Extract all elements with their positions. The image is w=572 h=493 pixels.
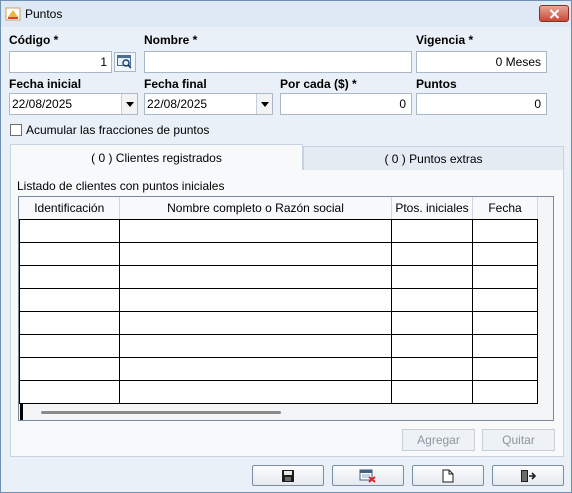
acumular-label: Acumular las fracciones de puntos [26, 123, 210, 137]
codigo-label: Código * [9, 33, 59, 47]
por-cada-field[interactable]: 0 [280, 93, 412, 115]
vigencia-field[interactable]: 0 Meses [416, 51, 547, 73]
quitar-button[interactable]: Quitar [482, 429, 555, 451]
table-cell[interactable] [19, 333, 120, 358]
chevron-down-icon [260, 101, 269, 107]
row-indicator [20, 404, 23, 420]
table-cell[interactable] [119, 264, 392, 289]
table-cell[interactable] [19, 356, 120, 381]
clients-table: Identificación Nombre completo o Razón s… [19, 197, 538, 404]
fecha-inicial-picker[interactable]: 22/08/2025 [9, 93, 138, 115]
table-cell[interactable] [472, 310, 538, 335]
points-window: Puntos Código * Nombre * Vigencia * 1 0 … [0, 0, 572, 493]
table-row[interactable] [19, 241, 538, 266]
puntos-label: Puntos [416, 77, 457, 91]
table-cell[interactable] [391, 379, 473, 404]
tab-puntos-extras[interactable]: ( 0 ) Puntos extras [303, 146, 564, 171]
fecha-inicial-value: 22/08/2025 [12, 97, 73, 111]
fecha-inicial-dropdown-button[interactable] [121, 94, 137, 114]
table-cell[interactable] [472, 287, 538, 312]
fecha-inicial-label: Fecha inicial [9, 77, 82, 91]
column-header-ptos-iniciales[interactable]: Ptos. iniciales [391, 197, 473, 220]
nombre-label: Nombre * [144, 33, 198, 47]
fecha-final-picker[interactable]: 22/08/2025 [144, 93, 273, 115]
nombre-field[interactable] [144, 51, 412, 73]
discard-icon [359, 469, 376, 483]
table-row[interactable] [19, 264, 538, 289]
table-cell[interactable] [391, 218, 473, 243]
table-row[interactable] [19, 333, 538, 358]
fecha-final-label: Fecha final [144, 77, 207, 91]
fecha-final-dropdown-button[interactable] [256, 94, 272, 114]
vigencia-label: Vigencia * [416, 33, 474, 47]
column-header-fecha[interactable]: Fecha [472, 197, 538, 220]
table-cell[interactable] [391, 241, 473, 266]
horizontal-scrollbar[interactable] [19, 404, 553, 420]
table-cell[interactable] [119, 379, 392, 404]
save-button[interactable] [252, 465, 324, 486]
tab-clientes-registrados[interactable]: ( 0 ) Clientes registrados [10, 144, 303, 171]
close-icon [549, 8, 559, 19]
table-cell[interactable] [19, 287, 120, 312]
por-cada-label: Por cada ($) * [280, 77, 357, 91]
table-cell[interactable] [472, 333, 538, 358]
table-cell[interactable] [19, 310, 120, 335]
discard-button[interactable] [332, 465, 404, 486]
table-cell[interactable] [472, 379, 538, 404]
table-cell[interactable] [119, 218, 392, 243]
scrollbar-thumb[interactable] [41, 411, 281, 414]
exit-button[interactable] [492, 465, 564, 486]
agregar-button[interactable]: Agregar [402, 429, 475, 451]
table-row[interactable] [19, 356, 538, 381]
table-cell[interactable] [119, 287, 392, 312]
table-row[interactable] [19, 310, 538, 335]
new-document-icon [442, 469, 454, 482]
table-cell[interactable] [119, 356, 392, 381]
table-cell[interactable] [119, 333, 392, 358]
table-cell[interactable] [19, 379, 120, 404]
table-row[interactable] [19, 218, 538, 243]
close-button[interactable] [539, 5, 569, 22]
table-cell[interactable] [472, 264, 538, 289]
chevron-down-icon [125, 101, 134, 107]
table-row[interactable] [19, 287, 538, 312]
table-cell[interactable] [119, 241, 392, 266]
save-icon [282, 469, 294, 482]
grid-caption: Listado de clientes con puntos iniciales [17, 179, 225, 193]
table-row[interactable] [19, 379, 538, 404]
window-title: Puntos [25, 7, 63, 21]
fecha-final-value: 22/08/2025 [147, 97, 208, 111]
table-cell[interactable] [472, 356, 538, 381]
exit-icon [521, 469, 536, 482]
column-header-identificacion[interactable]: Identificación [19, 197, 120, 220]
search-icon [117, 55, 132, 69]
app-icon [5, 7, 21, 21]
acumular-checkbox[interactable] [10, 124, 22, 136]
table-cell[interactable] [19, 218, 120, 243]
table-cell[interactable] [19, 241, 120, 266]
lookup-button[interactable] [114, 52, 136, 72]
table-cell[interactable] [19, 264, 120, 289]
table-cell[interactable] [391, 356, 473, 381]
table-cell[interactable] [391, 333, 473, 358]
table-cell[interactable] [391, 287, 473, 312]
puntos-field[interactable]: 0 [416, 93, 547, 115]
codigo-field[interactable]: 1 [9, 51, 112, 73]
table-cell[interactable] [472, 241, 538, 266]
table-cell[interactable] [391, 310, 473, 335]
table-cell[interactable] [119, 310, 392, 335]
table-cell[interactable] [472, 218, 538, 243]
column-header-nombre[interactable]: Nombre completo o Razón social [119, 197, 392, 220]
table-cell[interactable] [391, 264, 473, 289]
grid-body [19, 218, 538, 404]
new-document-button[interactable] [412, 465, 484, 486]
clients-grid[interactable]: Identificación Nombre completo o Razón s… [18, 196, 554, 421]
title-bar: Puntos [1, 1, 571, 27]
